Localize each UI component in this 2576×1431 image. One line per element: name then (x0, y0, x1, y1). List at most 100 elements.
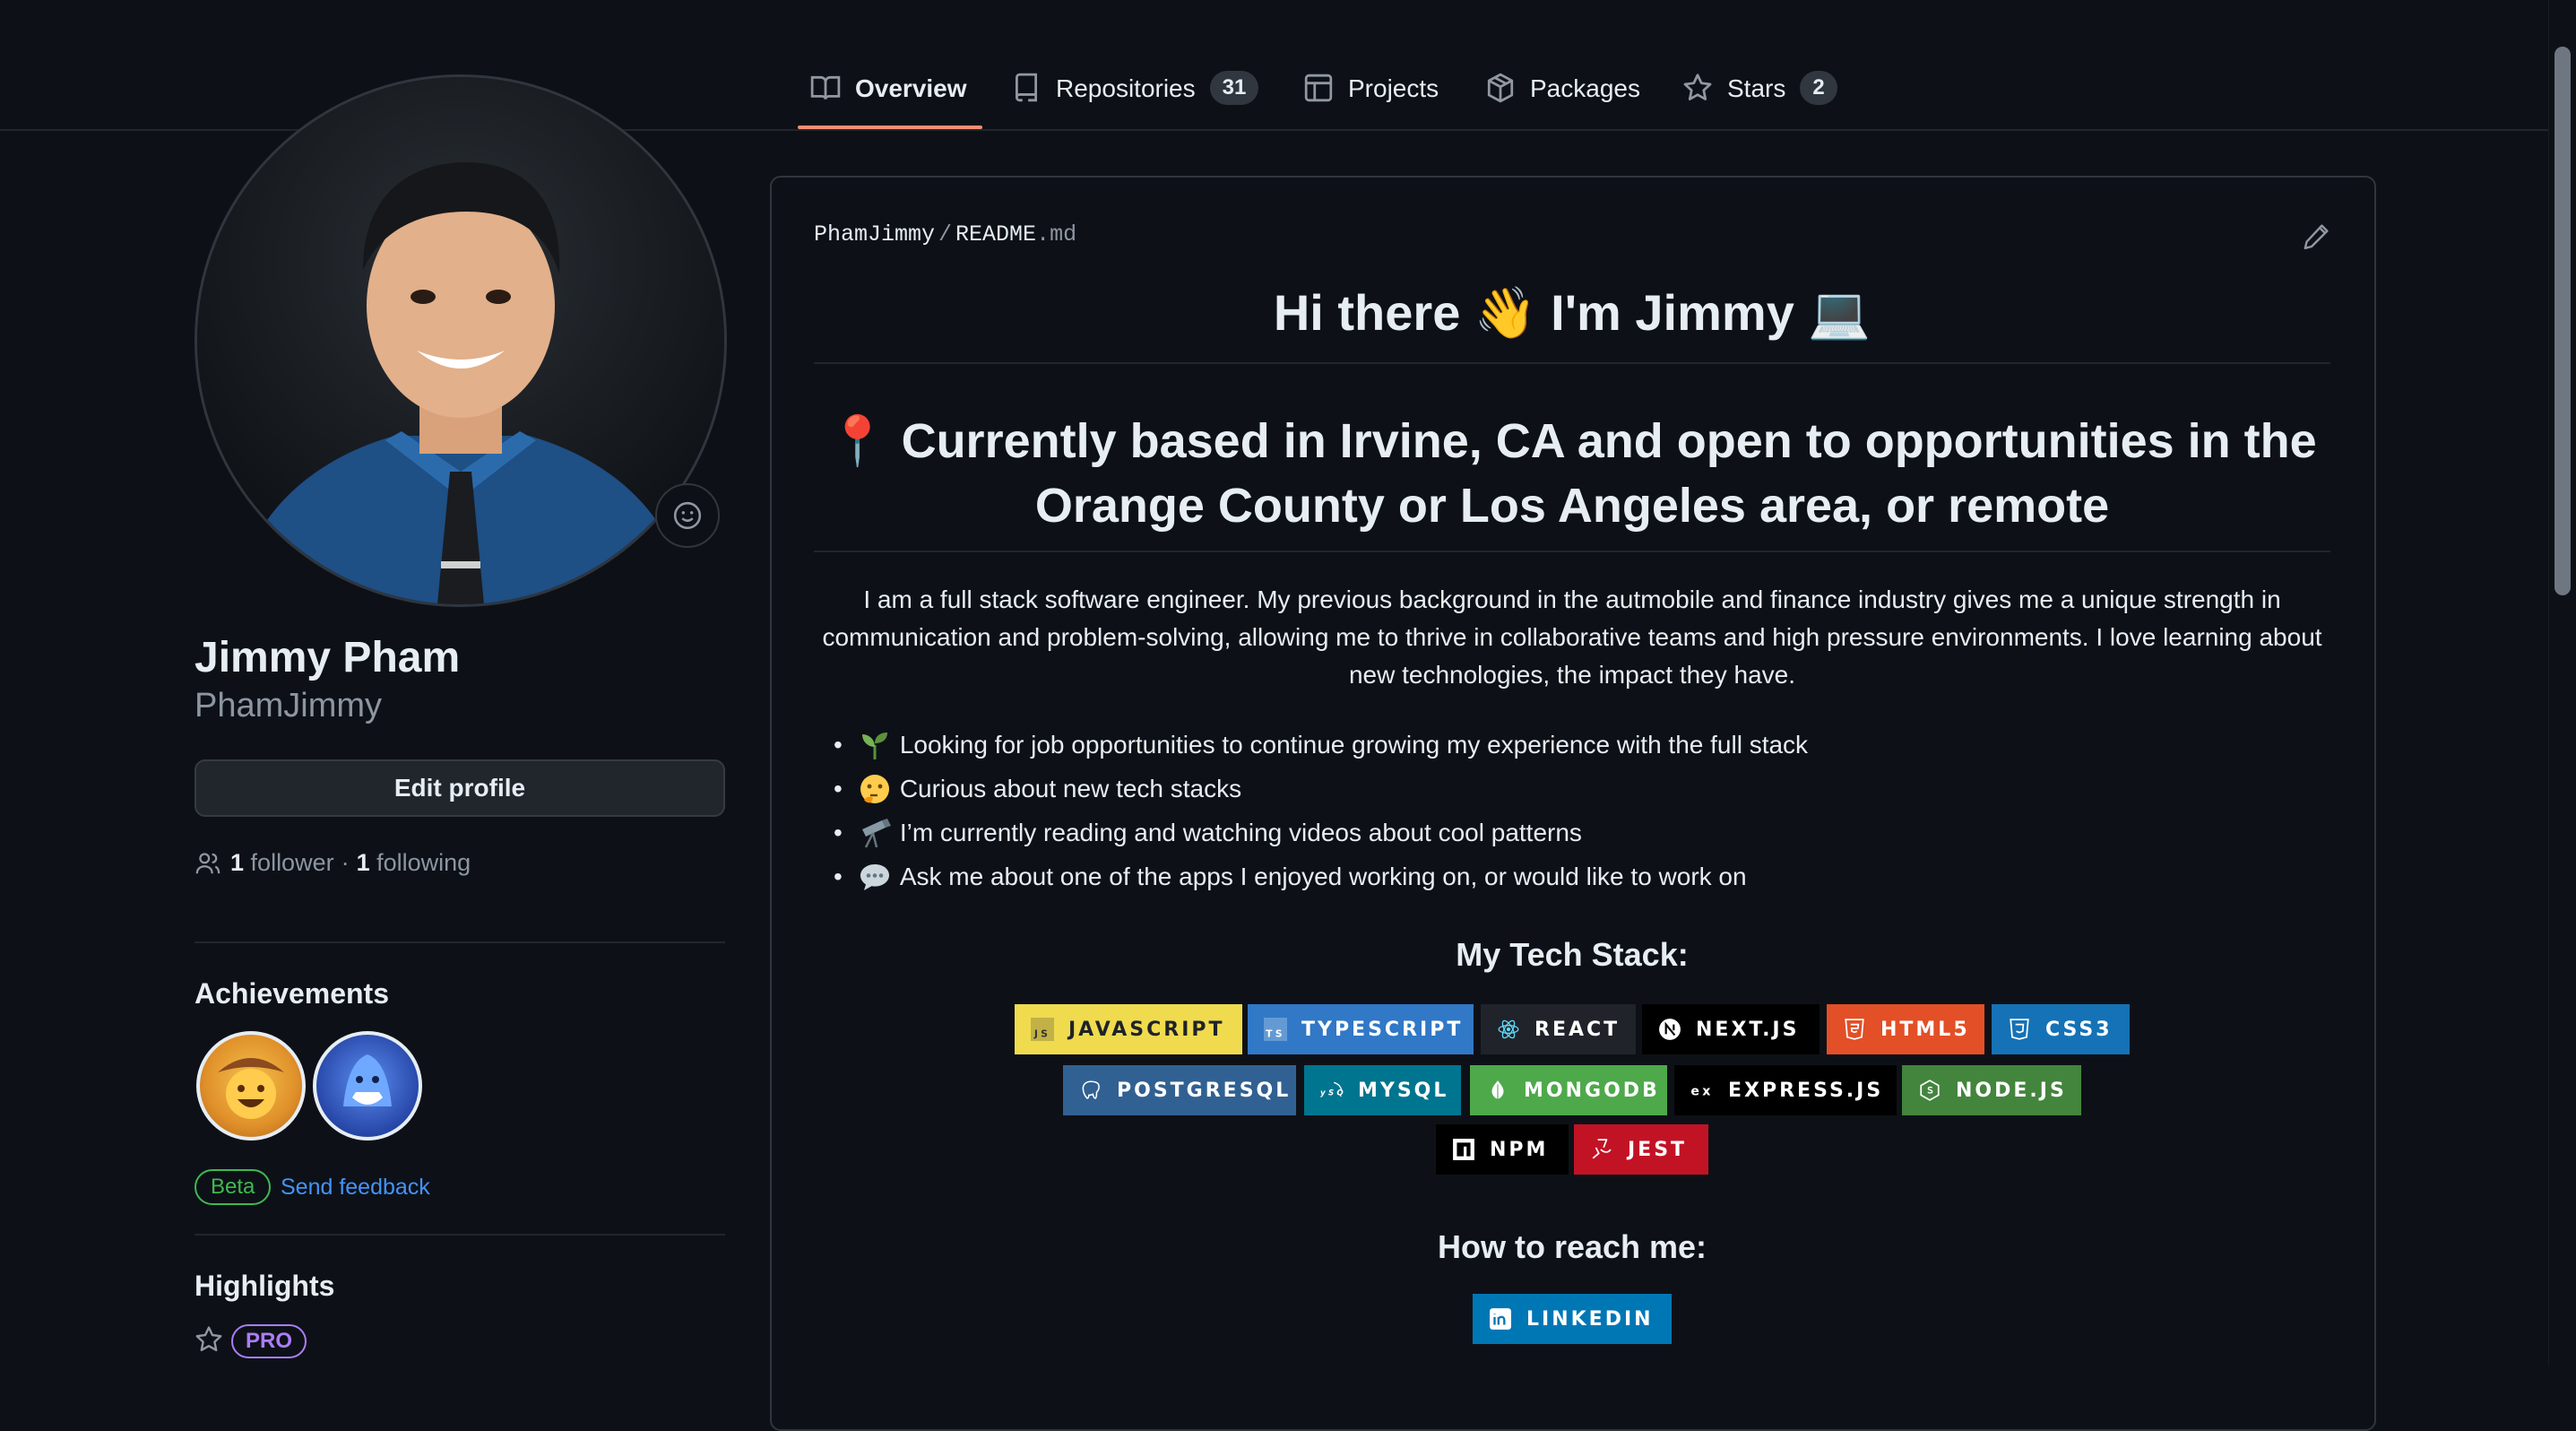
shark-icon (343, 1054, 392, 1106)
tab-stars[interactable]: Stars 2 (1682, 54, 1837, 129)
sidebar-divider (194, 941, 725, 943)
smiley-icon (673, 501, 702, 530)
nextjs-badge[interactable]: NEXT.JS (1642, 1004, 1820, 1054)
followers-link[interactable]: 1 follower (230, 849, 334, 877)
scrollbar-thumb[interactable] (2554, 47, 2571, 595)
speech-balloon-icon (860, 863, 889, 890)
list-item: Ask me about one of the apps I enjoyed w… (834, 854, 1808, 898)
svg-text:TS: TS (1266, 1028, 1285, 1040)
svg-text:JS: JS (1033, 1028, 1050, 1040)
postgresql-logo-icon (1082, 1080, 1100, 1099)
badge-label: NPM (1490, 1138, 1549, 1161)
achievement-badge-pull-shark[interactable] (313, 1031, 422, 1140)
repo-icon (1015, 73, 1038, 102)
star-icon (195, 1326, 222, 1351)
achievements-heading: Achievements (194, 977, 389, 1010)
css3-logo-icon (2010, 1019, 2029, 1040)
badge-label: JEST (1628, 1138, 1688, 1161)
javascript-logo-icon: JS (1031, 1018, 1054, 1041)
cowboy-emoji-icon (218, 1058, 284, 1119)
readme-file-ext: .md (1036, 221, 1077, 247)
css3-badge[interactable]: CSS3 (1992, 1004, 2130, 1054)
postgresql-badge[interactable]: POSTGRESQL (1063, 1065, 1296, 1115)
svg-text:MySQL: MySQL (1320, 1088, 1344, 1097)
package-icon (1487, 73, 1514, 103)
javascript-badge[interactable]: JS JAVASCRIPT (1015, 1004, 1242, 1054)
path-separator: / (938, 221, 953, 247)
thinking-face-icon (860, 774, 889, 803)
tab-projects-label: Projects (1348, 74, 1439, 102)
stars-count-badge: 2 (1800, 71, 1837, 105)
typescript-logo-icon: TS (1264, 1018, 1287, 1041)
tech-stack-heading: My Tech Stack: (1456, 936, 1689, 973)
badge-label: NODE.JS (1956, 1079, 2067, 1102)
profile-full-name: Jimmy Pham (194, 634, 461, 681)
send-feedback-link[interactable]: Send feedback (281, 1175, 430, 1201)
tab-repositories[interactable]: Repositories 31 (1011, 54, 1259, 129)
badge-label: POSTGRESQL (1117, 1079, 1292, 1102)
tab-packages[interactable]: Packages (1485, 54, 1640, 129)
followers-label: follower (250, 849, 334, 876)
list-item: Looking for job opportunities to continu… (834, 723, 1808, 767)
telescope-icon (861, 818, 891, 848)
tab-overview[interactable]: Overview (798, 54, 982, 129)
badge-label: MONGODB (1524, 1079, 1660, 1102)
linkedin-logo-icon (1490, 1308, 1511, 1330)
list-item: I’m currently reading and watching video… (834, 811, 1808, 854)
npm-logo-icon (1453, 1139, 1474, 1160)
tab-packages-label: Packages (1530, 74, 1640, 102)
tab-stars-label: Stars (1727, 74, 1786, 102)
repositories-count-badge: 31 (1209, 71, 1259, 105)
jest-badge[interactable]: JEST (1574, 1124, 1708, 1175)
achievement-badge-yolo[interactable] (196, 1031, 306, 1140)
badge-label: EXPRESS.JS (1728, 1079, 1884, 1102)
badge-label: JAVASCRIPT (1068, 1018, 1225, 1041)
edit-readme-pencil-icon[interactable] (2302, 222, 2330, 251)
tab-overview-label: Overview (855, 74, 967, 102)
express-logo-icon: ex (1690, 1084, 1713, 1098)
html5-badge[interactable]: HTML5 (1827, 1004, 1984, 1054)
badge-label: CSS3 (2045, 1018, 2113, 1041)
expressjs-badge[interactable]: ex EXPRESS.JS (1674, 1065, 1897, 1115)
pro-badge: PRO (231, 1324, 307, 1358)
bullet-text: I’m currently reading and watching video… (899, 819, 1582, 846)
edit-profile-button[interactable]: Edit profile (194, 759, 725, 817)
followers-count: 1 (230, 849, 245, 876)
set-status-button[interactable] (655, 483, 720, 548)
svg-text:ex: ex (1690, 1084, 1713, 1098)
readme-location-heading: 📍 Currently based in Irvine, CA and open… (814, 409, 2330, 538)
tab-projects[interactable]: Projects (1303, 54, 1439, 129)
profile-photo (197, 77, 724, 604)
following-count: 1 (356, 849, 370, 876)
seedling-icon (861, 732, 887, 759)
people-icon (195, 852, 220, 873)
typescript-badge[interactable]: TS TYPESCRIPT (1248, 1004, 1474, 1054)
nodejs-badge[interactable]: NODE.JS (1902, 1065, 2081, 1115)
badge-label: MYSQL (1358, 1079, 1449, 1102)
location-line-2: Orange County or Los Angeles area, or re… (1034, 479, 2110, 533)
linkedin-badge[interactable]: LINKEDIN (1473, 1294, 1672, 1344)
avatar[interactable] (194, 74, 727, 607)
star-icon (1683, 74, 1712, 100)
html5-logo-icon (1845, 1019, 1864, 1040)
tab-repositories-label: Repositories (1056, 74, 1196, 102)
readme-owner-link[interactable]: PhamJimmy (814, 221, 935, 247)
page-scrollbar[interactable] (2548, 0, 2576, 1366)
bullet-text: Looking for job opportunities to continu… (899, 731, 1809, 759)
badge-label: TYPESCRIPT (1301, 1018, 1464, 1041)
mysql-badge[interactable]: MySQL MYSQL (1304, 1065, 1461, 1115)
following-label: following (376, 849, 471, 876)
mysql-logo-icon: MySQL (1320, 1081, 1344, 1097)
bullet-text: Curious about new tech stacks (899, 775, 1242, 802)
jest-logo-icon (1592, 1139, 1612, 1159)
react-logo-icon (1498, 1019, 1519, 1039)
badge-label: NEXT.JS (1696, 1018, 1800, 1041)
mongodb-badge[interactable]: MONGODB (1470, 1065, 1667, 1115)
list-item: Curious about new tech stacks (834, 767, 1808, 811)
following-link[interactable]: 1 following (357, 849, 471, 877)
mongodb-leaf-icon (1491, 1080, 1504, 1100)
dot-separator: · (341, 849, 350, 876)
react-badge[interactable]: REACT (1481, 1004, 1636, 1054)
readme-intro-paragraph: I am a full stack software engineer. My … (822, 585, 2322, 689)
npm-badge[interactable]: NPM (1436, 1124, 1569, 1175)
